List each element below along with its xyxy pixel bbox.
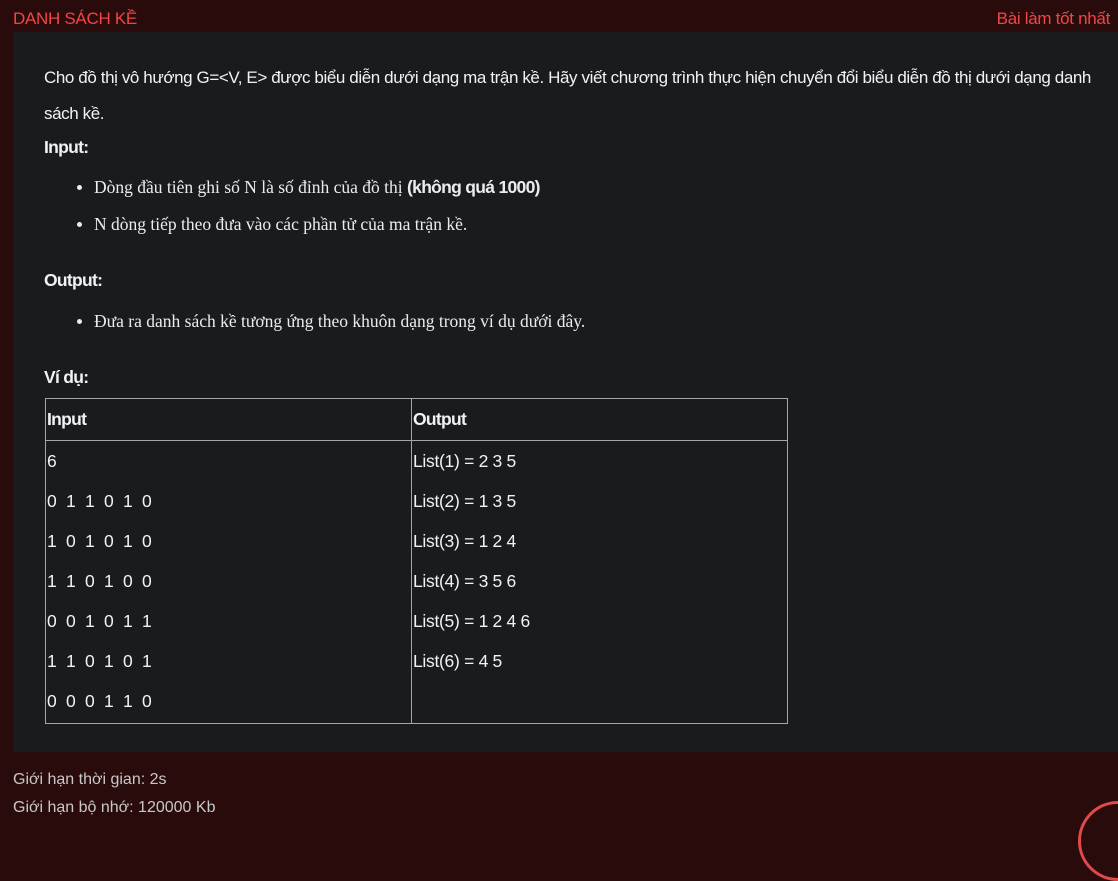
header-bar: DANH SÁCH KỀ Bài làm tốt nhất bbox=[0, 0, 1118, 32]
example-heading: Ví dụ: bbox=[44, 367, 89, 387]
output-heading: Output: bbox=[44, 270, 103, 290]
table-row: 6 0 1 1 0 1 0 1 0 1 0 1 0 1 1 0 1 0 0 0 … bbox=[45, 440, 788, 724]
list-item: Đưa ra danh sách kề tương ứng theo khuôn… bbox=[75, 310, 585, 347]
problem-panel: Cho đồ thị vô hướng G=<V, E> được biểu d… bbox=[13, 32, 1118, 752]
input-column-header: Input bbox=[45, 398, 412, 441]
input-line: 0 0 1 0 1 1 bbox=[47, 611, 154, 631]
corner-action-icon[interactable] bbox=[1078, 801, 1118, 881]
output-line: List(4) = 3 5 6 bbox=[413, 571, 516, 591]
output-line: List(1) = 2 3 5 bbox=[413, 451, 516, 471]
example-table: Input Output 6 0 1 1 0 1 0 1 0 1 0 1 0 1… bbox=[45, 398, 788, 724]
input-line: 6 bbox=[47, 451, 57, 471]
input-cell: 6 0 1 1 0 1 0 1 0 1 0 1 0 1 1 0 1 0 0 0 … bbox=[45, 440, 412, 724]
best-solution-link[interactable]: Bài làm tốt nhất bbox=[997, 9, 1111, 29]
input-list: Dòng đầu tiên ghi số N là số đỉnh của đồ… bbox=[75, 176, 540, 250]
problem-description: Cho đồ thị vô hướng G=<V, E> được biểu d… bbox=[44, 68, 1091, 123]
input-item-1-bold: (không quá 1000) bbox=[407, 177, 540, 197]
output-line: List(2) = 1 3 5 bbox=[413, 491, 516, 511]
output-line: List(3) = 1 2 4 bbox=[413, 531, 516, 551]
problem-title: DANH SÁCH KỀ bbox=[13, 9, 137, 28]
input-item-1-text: Dòng đầu tiên ghi số N là số đỉnh của đồ… bbox=[94, 177, 408, 197]
output-cell: List(1) = 2 3 5 List(2) = 1 3 5 List(3) … bbox=[411, 440, 788, 724]
input-line: 1 0 1 0 1 0 bbox=[47, 531, 154, 551]
output-line: List(5) = 1 2 4 6 bbox=[413, 611, 530, 631]
list-item: N dòng tiếp theo đưa vào các phần tử của… bbox=[75, 213, 540, 250]
memory-limit: Giới hạn bộ nhớ: 120000 Kb bbox=[13, 799, 216, 816]
table-header-row: Input Output bbox=[45, 398, 788, 441]
input-line: 0 0 0 1 1 0 bbox=[47, 691, 154, 711]
input-line: 1 1 0 1 0 0 bbox=[47, 571, 154, 591]
input-line: 0 1 1 0 1 0 bbox=[47, 491, 154, 511]
input-line: 1 1 0 1 0 1 bbox=[47, 651, 154, 671]
input-heading: Input: bbox=[44, 137, 89, 157]
output-column-header: Output bbox=[411, 398, 788, 441]
output-list: Đưa ra danh sách kề tương ứng theo khuôn… bbox=[75, 310, 585, 347]
output-line: List(6) = 4 5 bbox=[413, 651, 502, 671]
time-limit: Giới hạn thời gian: 2s bbox=[13, 771, 167, 788]
list-item: Dòng đầu tiên ghi số N là số đỉnh của đồ… bbox=[75, 176, 540, 213]
